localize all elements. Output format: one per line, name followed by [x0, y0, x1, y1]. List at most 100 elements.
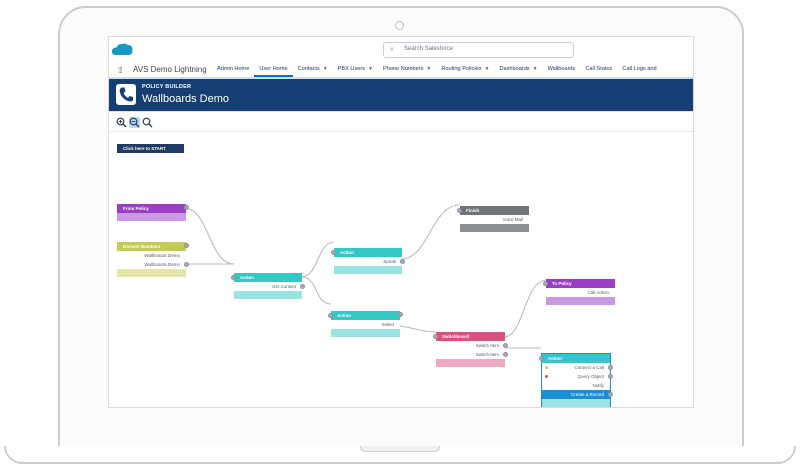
node-footer	[234, 291, 302, 299]
nav-tab[interactable]: Admin Home	[212, 61, 254, 77]
node-footer	[542, 399, 610, 407]
nav-tab-label: PBX Users	[337, 66, 366, 72]
input-port[interactable]	[231, 275, 236, 280]
wire	[400, 204, 461, 260]
input-port[interactable]	[328, 313, 333, 318]
output-port[interactable]	[300, 284, 305, 289]
start-button[interactable]: Click here to START	[117, 144, 184, 153]
nav-tab[interactable]: User Home	[254, 61, 293, 77]
output-port[interactable]	[398, 312, 403, 317]
output-port[interactable]	[184, 205, 189, 210]
output-port[interactable]	[184, 262, 189, 267]
wire	[503, 279, 548, 338]
node-footer	[117, 205, 189, 221]
search-icon: ⌕	[390, 46, 394, 53]
chevron-down-icon[interactable]: ▼	[484, 66, 489, 72]
node-footer	[331, 312, 403, 337]
node-action-speak[interactable]: Action Speak	[331, 248, 405, 274]
camera-icon	[395, 21, 404, 30]
nav-tab-label: Admin Home	[217, 66, 250, 72]
node-title: From Policy	[117, 204, 186, 213]
chevron-down-icon[interactable]: ▼	[323, 66, 328, 72]
node-row-selected: Create a Record	[542, 390, 613, 399]
node-row: Voice Mail	[457, 208, 529, 224]
node-title: Action	[234, 273, 302, 282]
page-title: Wallboards Demo	[142, 93, 230, 105]
nav-tab-label: Call Status	[585, 66, 613, 72]
global-header: ⌕ Search Salesforce	[109, 37, 693, 61]
app-launcher-icon[interactable]: ⁞⁞⁞	[118, 66, 123, 75]
page-eyebrow: POLICY BUILDER	[142, 84, 192, 90]
chevron-down-icon[interactable]: ▼	[533, 66, 538, 72]
node-row: Connect a Call	[539, 356, 613, 372]
node-title: Finish	[460, 206, 529, 215]
output-port[interactable]	[608, 365, 613, 370]
nav-tab[interactable]: Contacts ▼	[293, 61, 333, 77]
output-port[interactable]	[608, 374, 613, 379]
phone-icon	[116, 84, 136, 105]
policy-canvas[interactable]: Click here to START From Policy Domain N…	[109, 111, 693, 407]
input-port[interactable]	[457, 208, 462, 213]
nav-tab[interactable]: Dashboards ▼	[494, 61, 542, 77]
node-title: Domain Numbers	[117, 242, 186, 251]
node-row: Switch Item	[436, 350, 508, 359]
chevron-down-icon[interactable]: ▼	[426, 66, 431, 72]
node-finish[interactable]: Finish Voice Mail	[457, 206, 529, 232]
nav-tab-label: Dashboards	[499, 66, 530, 72]
wire	[300, 241, 335, 278]
node-footer	[460, 224, 529, 232]
node-action-multi[interactable]: Action Connect a Call Query Object Notif…	[539, 353, 613, 407]
node-row: Notify	[542, 381, 610, 390]
input-port[interactable]	[539, 356, 544, 361]
nav-tab[interactable]: Call Logs and	[617, 61, 661, 77]
output-port[interactable]	[400, 259, 405, 264]
node-footer	[117, 243, 189, 277]
node-title: To Policy	[546, 279, 615, 288]
app-navigation: ⁞⁞⁞ AVS Demo Lightning Admin Home User Ho…	[109, 61, 693, 79]
node-action-select[interactable]: Action Select	[328, 311, 403, 337]
node-title: Switchboard	[436, 332, 505, 341]
node-from-policy[interactable]: From Policy	[117, 204, 189, 221]
input-port[interactable]	[543, 281, 548, 286]
input-port[interactable]	[331, 250, 336, 255]
search-placeholder: Search Salesforce	[404, 46, 454, 52]
node-row: Select	[328, 313, 400, 329]
salesforce-cloud-icon[interactable]	[111, 42, 133, 57]
nav-tab[interactable]: Phone Numbers ▼	[378, 61, 436, 77]
nav-tab-label: Contacts	[297, 66, 320, 72]
wire	[183, 207, 235, 265]
node-domain-numbers[interactable]: Domain Numbers Wallboards Demo Wallboard…	[117, 242, 189, 277]
nav-tab[interactable]: Wallboards	[543, 61, 581, 77]
app-name: AVS Demo Lightning	[133, 65, 207, 74]
output-port[interactable]	[503, 343, 508, 348]
node-row: Wallboards Demo	[117, 251, 186, 260]
node-footer	[546, 297, 615, 305]
node-switchboard[interactable]: Switchboard Switch Item Switch Item	[433, 332, 508, 367]
node-title: Action	[331, 311, 400, 320]
node-row: Get Contact	[231, 275, 305, 291]
nav-tab-label: Routing Policies	[441, 66, 482, 72]
global-search-input[interactable]: ⌕ Search Salesforce	[383, 42, 574, 58]
wire	[397, 325, 437, 333]
output-port[interactable]	[608, 392, 613, 397]
nav-tab[interactable]: Call Status	[580, 61, 617, 77]
laptop-notch	[360, 446, 440, 452]
nav-tabs: Admin Home User Home Contacts ▼ PBX Users ▼ Ph…	[212, 61, 662, 77]
node-row: Query Object	[542, 372, 613, 381]
node-title: Action	[542, 354, 610, 363]
chevron-down-icon[interactable]: ▼	[368, 66, 373, 72]
node-action-get-contact[interactable]: Action Get Contact	[231, 273, 305, 299]
nav-tab-label: Phone Numbers	[382, 66, 424, 72]
input-port[interactable]	[433, 334, 438, 339]
nav-tab-label: Wallboards	[547, 66, 576, 72]
nav-tab[interactable]: PBX Users ▼	[333, 61, 378, 77]
page-header: POLICY BUILDER Wallboards Demo	[109, 79, 693, 111]
node-footer	[334, 266, 402, 274]
output-port[interactable]	[184, 243, 189, 248]
node-row: Switch Item	[433, 334, 508, 350]
node-to-policy[interactable]: To Policy Call Admin	[543, 279, 615, 305]
output-port[interactable]	[503, 352, 508, 357]
node-row: Call Admin	[543, 281, 615, 297]
node-row: Wallboards Demo	[117, 260, 189, 269]
nav-tab[interactable]: Routing Policies ▼	[436, 61, 494, 77]
